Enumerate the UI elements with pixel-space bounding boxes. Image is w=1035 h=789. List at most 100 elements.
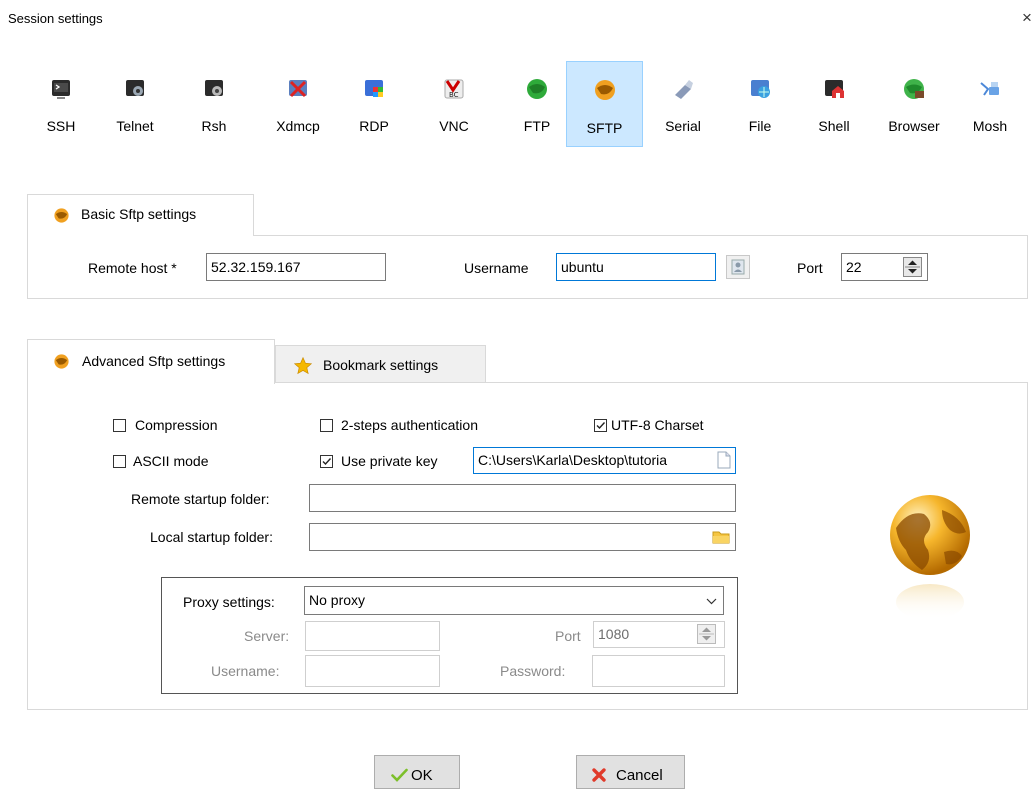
two-steps-auth-label: 2-steps authentication [341,417,478,433]
session-type-vnc[interactable]: BC VNC [432,61,476,147]
remote-startup-folder-input[interactable] [309,484,736,512]
compression-label: Compression [135,417,218,433]
xdmcp-icon [289,80,307,98]
port-spinner[interactable] [903,257,922,277]
checkmark-icon [391,768,408,782]
proxy-server-input[interactable] [305,621,440,651]
vnc-icon: BC [444,79,464,99]
ok-button[interactable]: OK [374,755,460,789]
proxy-username-label: Username: [211,663,280,679]
cancel-button[interactable]: Cancel [576,755,685,789]
folder-icon[interactable] [712,529,730,545]
private-key-path-value: C:\Users\Karla\Desktop\tutoria [478,452,668,468]
user-manager-icon [731,259,745,275]
svg-text:BC: BC [449,91,459,99]
session-type-label: Serial [665,118,701,134]
tab-label: Basic Sftp settings [81,206,197,222]
session-type-browser[interactable]: Browser [877,61,951,147]
port-label: Port [797,260,823,276]
proxy-settings-label: Proxy settings: [183,594,275,610]
cancel-icon [592,768,606,782]
basic-settings-panel: Remote host * 52.32.159.167 Username ubu… [27,235,1028,299]
remote-host-label: Remote host * [88,260,177,276]
proxy-port-value: 1080 [598,626,630,642]
ascii-mode-checkbox[interactable] [113,455,126,468]
session-type-telnet[interactable]: Telnet [110,61,160,147]
utf8-charset-label: UTF-8 Charset [611,417,704,433]
session-type-label: FTP [523,118,551,134]
proxy-type-select[interactable]: No proxy [304,586,724,615]
proxy-password-input[interactable] [592,655,725,687]
session-type-serial[interactable]: Serial [656,61,710,147]
username-input[interactable]: ubuntu [556,253,716,281]
session-type-label: Xdmcp [276,118,320,134]
session-type-label: VNC [439,118,469,134]
spinner-arrows-icon [699,627,714,641]
utf8-charset-checkbox[interactable] [594,419,607,432]
serial-icon [675,80,693,99]
session-type-label: File [748,118,772,134]
use-private-key-label: Use private key [341,453,438,469]
sftp-icon [594,80,615,100]
ssh-icon [52,80,70,99]
session-type-label: Shell [818,118,850,134]
session-type-label: RDP [359,118,389,134]
ok-label: OK [411,767,433,784]
session-type-file[interactable]: File [742,61,778,147]
username-label: Username [464,260,529,276]
close-icon[interactable]: × [1022,8,1032,28]
browser-icon [904,79,924,99]
rdp-icon [365,80,383,97]
session-type-sftp[interactable]: SFTP [566,61,643,147]
proxy-port-spinner[interactable] [697,624,716,644]
proxy-type-value: No proxy [309,592,366,608]
session-type-mosh[interactable]: Mosh [965,61,1015,147]
proxy-username-input[interactable] [305,655,440,687]
star-icon [293,356,313,375]
file-icon [751,80,770,98]
session-type-label: Browser [888,118,940,134]
tab-basic-sftp-settings[interactable]: Basic Sftp settings [27,194,254,236]
checkmark-icon [596,422,606,430]
window-title: Session settings [8,11,103,26]
remote-startup-folder-label: Remote startup folder: [131,491,270,507]
user-manager-button[interactable] [726,255,750,279]
tab-label: Advanced Sftp settings [82,353,226,369]
session-type-ftp[interactable]: FTP [516,61,558,147]
tab-bookmark-settings[interactable]: Bookmark settings [275,345,486,383]
session-type-ssh[interactable]: SSH [42,61,80,147]
port-value: 22 [846,259,862,275]
tab-label: Bookmark settings [323,357,439,373]
local-startup-folder-input[interactable] [309,523,736,551]
checkmark-icon [322,458,332,466]
session-type-label: SSH [46,118,76,134]
session-type-rsh[interactable]: Rsh [192,61,236,147]
rsh-icon [205,80,223,96]
mosh-icon [980,82,999,96]
proxy-port-label: Port [555,628,581,644]
session-type-rdp[interactable]: RDP [352,61,396,147]
file-browse-icon[interactable] [716,451,732,469]
session-type-xdmcp[interactable]: Xdmcp [268,61,328,147]
sftp-globe-icon [890,495,970,620]
ascii-mode-label: ASCII mode [133,453,209,469]
spinner-arrows-icon [905,260,920,274]
proxy-password-label: Password: [500,663,566,679]
advanced-settings-panel: Compression 2-steps authentication UTF-8… [27,382,1028,710]
private-key-path-input[interactable]: C:\Users\Karla\Desktop\tutoria [473,447,736,474]
use-private-key-checkbox[interactable] [320,455,333,468]
sftp-globe-icon [54,354,69,369]
cancel-label: Cancel [616,767,663,784]
proxy-settings-group: Proxy settings: No proxy Server: Port 10… [161,577,738,694]
sftp-globe-icon [54,208,69,223]
remote-host-input[interactable]: 52.32.159.167 [206,253,386,281]
compression-checkbox[interactable] [113,419,126,432]
session-type-label: Telnet [116,118,154,134]
session-type-label: SFTP [586,120,623,136]
shell-icon [825,80,844,98]
proxy-server-label: Server: [244,628,290,644]
session-type-shell[interactable]: Shell [812,61,856,147]
session-type-label: Mosh [972,118,1008,134]
tab-advanced-sftp-settings[interactable]: Advanced Sftp settings [27,339,275,384]
two-steps-auth-checkbox[interactable] [320,419,333,432]
